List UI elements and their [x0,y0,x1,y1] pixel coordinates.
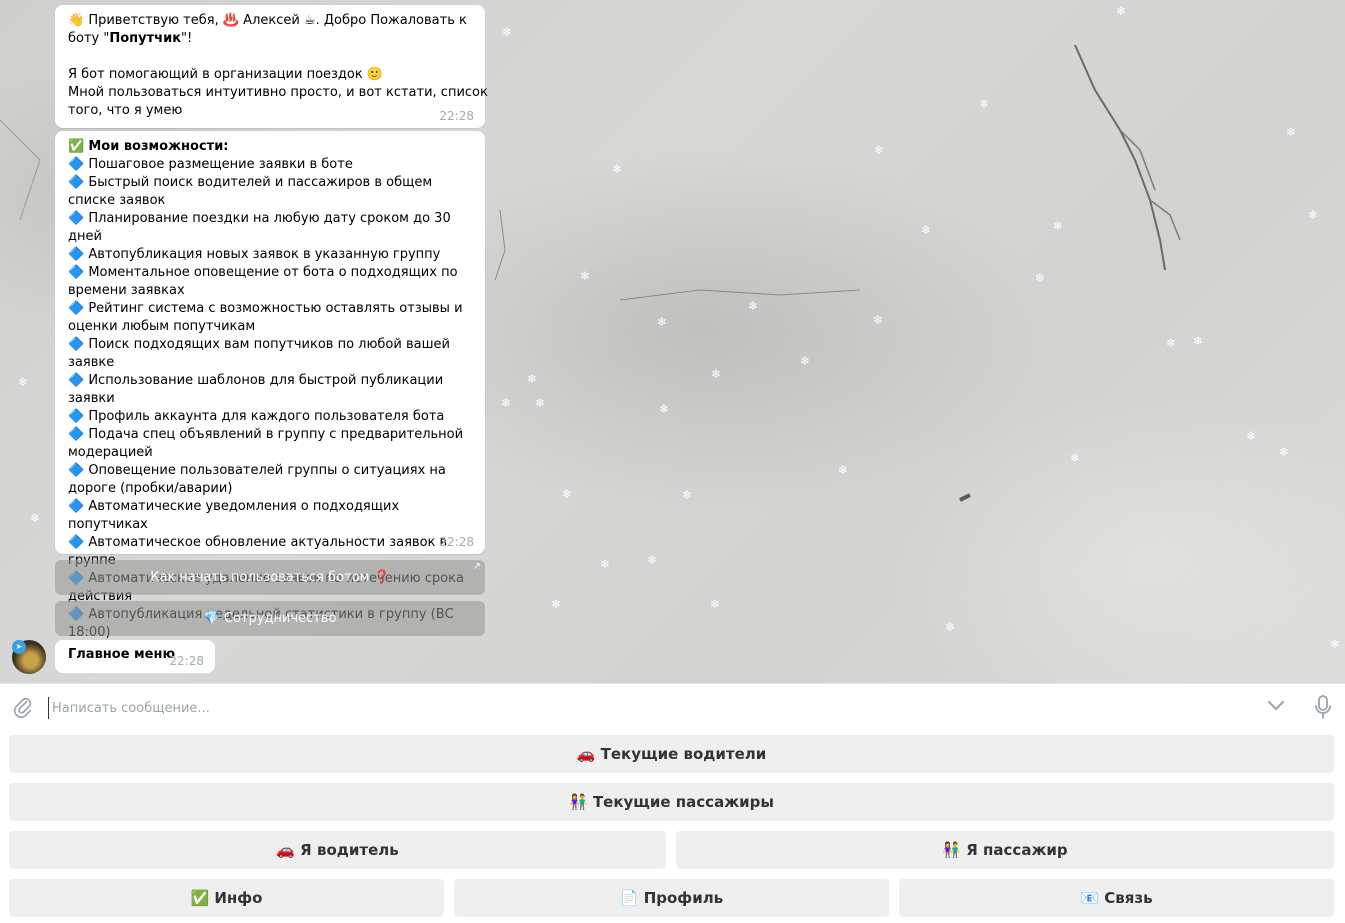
feature-text: Пошаговое размещение заявки в боте [88,157,353,172]
blue-diamond-icon: 🔷 [68,499,85,514]
feature-text: Оповещение пользователей группы о ситуац… [68,463,446,496]
feature-item: 🔷 Рейтинг система с возможностью оставля… [68,300,472,336]
current-drivers-button[interactable]: 🚗 Текущие водители [9,735,1334,772]
feature-item: 🔷 Быстрый поиск водителей и пассажиров в… [68,174,472,210]
features-message: ✅ Мои возможности: 🔷 Пошаговое размещени… [55,131,485,640]
feature-item: 🔷 Автоматические уведомления о подходящи… [68,498,472,534]
check-icon: ✅ [68,139,85,154]
blue-diamond-icon: 🔷 [68,409,85,424]
feature-item: 🔷 Пошаговое размещение заявки в боте [68,156,472,174]
feature-text: Поиск подходящих вам попутчиков по любой… [68,337,450,370]
feature-text: Быстрый поиск водителей и пассажиров в о… [68,175,433,208]
blue-diamond-icon: 🔷 [68,211,85,226]
feature-item: 🔷 Моментальное оповещение от бота о подх… [68,264,472,300]
profile-button[interactable]: 📄 Профиль [454,879,889,916]
welcome-text: "! [181,31,193,46]
blue-diamond-icon: 🔷 [68,175,85,190]
main-menu-text: Главное меню [68,647,176,662]
feature-text: Профиль аккаунта для каждого пользовател… [88,409,445,424]
feature-text: Подача спец объявлений в группу с предва… [68,427,464,460]
message-time: 22:28 [169,654,204,668]
message-time: 22:28 [439,109,474,123]
cooperation-label: 💎 Сотрудничество [203,611,337,626]
info-button[interactable]: ✅ Инфо [9,879,444,916]
welcome-description: Мной пользоваться интуитивно просто, и в… [68,85,488,100]
cooperation-button[interactable]: 💎 Сотрудничество [55,601,485,636]
microphone-icon[interactable] [1314,695,1332,719]
message-input[interactable] [48,697,1254,719]
feature-text: Автопубликация новых заявок в указанную … [88,247,441,262]
welcome-message: 👋 Приветствую тебя, ♨️ Алексей ☕. Добро … [55,5,488,128]
how-to-start-label: Как начать пользоваться ботом ❓ [150,570,390,585]
features-title: Мои возможности: [88,139,229,154]
bot-name: Попутчик [109,31,182,46]
contact-button[interactable]: 📧 Связь [899,879,1334,916]
welcome-greeting: 👋 Приветствую тебя, ♨️ Алексей ☕. Добро … [68,13,467,28]
i-am-passenger-button[interactable]: 👫 Я пассажир [676,831,1334,868]
blue-diamond-icon: 🔷 [68,373,85,388]
paperclip-icon[interactable] [12,696,34,718]
feature-text: Моментальное оповещение от бота о подход… [68,265,458,298]
feature-text: Автоматические уведомления о подходящих … [68,499,400,532]
blue-diamond-icon: 🔷 [68,337,85,352]
welcome-text: боту " [68,31,110,46]
blue-diamond-icon: 🔷 [68,157,85,172]
welcome-intro: Я бот помогающий в организации поездок 🙂 [68,67,384,82]
blue-diamond-icon: 🔷 [68,301,85,316]
feature-item: 🔷 Поиск подходящих вам попутчиков по люб… [68,336,472,372]
feature-item: 🔷 Использование шаблонов для быстрой пуб… [68,372,472,408]
feature-item: 🔷 Автопубликация новых заявок в указанну… [68,246,472,264]
feature-item: 🔷 Подача спец объявлений в группу с пред… [68,426,472,462]
blue-diamond-icon: 🔷 [68,247,85,262]
welcome-description: того, что я умею [68,103,183,118]
telegram-icon: ➤ [12,640,26,654]
reply-keyboard: 🚗 Текущие водители 👫 Текущие пассажиры 🚗… [0,729,1345,923]
external-arrow-icon: ↗ [472,561,481,572]
feature-item: 🔷 Профиль аккаунта для каждого пользоват… [68,408,472,426]
chat-area: ❄ ❄ ❄ ❄ ❄ ❄ ❄ ❄ ❄ ❄ ❄ ❄ ❄ ❄ ❄ ❄ ❄ ❄ ❄ ❄ … [0,0,1345,683]
how-to-start-button[interactable]: Как начать пользоваться ботом ❓ ↗ [55,560,485,595]
feature-text: Использование шаблонов для быстрой публи… [68,373,444,406]
blue-diamond-icon: 🔷 [68,265,85,280]
current-passengers-button[interactable]: 👫 Текущие пассажиры [9,783,1334,820]
message-time: 22:28 [439,535,474,549]
feature-item: 🔷 Оповещение пользователей группы о ситу… [68,462,472,498]
feature-item: 🔷 Планирование поездки на любую дату сро… [68,210,472,246]
feature-text: Планирование поездки на любую дату сроко… [68,211,451,244]
chevron-down-icon[interactable] [1266,698,1286,712]
i-am-driver-button[interactable]: 🚗 Я водитель [9,831,666,868]
features-header: ✅ Мои возможности: [68,138,472,156]
feature-text: Рейтинг система с возможностью оставлять… [68,301,463,334]
blue-diamond-icon: 🔷 [68,535,85,550]
blue-diamond-icon: 🔷 [68,463,85,478]
welcome-bot-name-line: боту "Попутчик"! [68,30,472,48]
bot-avatar[interactable]: ➤ [12,640,46,674]
main-menu-message: Главное меню 22:28 [55,640,215,673]
message-input-bar [0,683,1345,730]
blue-diamond-icon: 🔷 [68,427,85,442]
